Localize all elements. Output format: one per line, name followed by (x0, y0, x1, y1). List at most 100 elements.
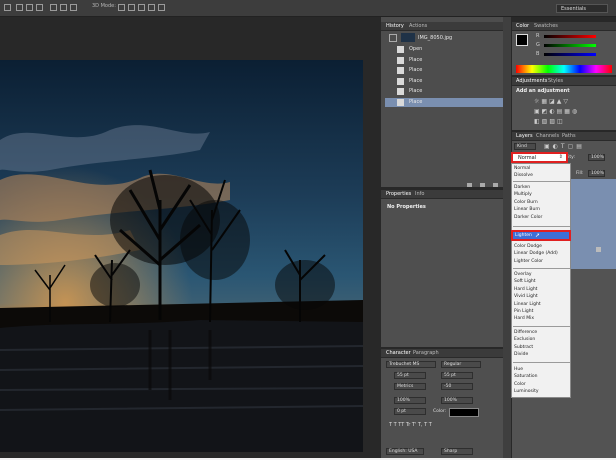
tab-swatches[interactable]: Swatches (534, 23, 558, 29)
kerning-field[interactable]: Metrics (394, 383, 426, 390)
blend-item[interactable]: Color Burn (514, 200, 538, 205)
roll-3d-icon[interactable] (128, 4, 135, 11)
tab-properties[interactable]: Properties (386, 191, 411, 197)
distribute-top-icon[interactable] (50, 4, 57, 11)
history-item-label: Place (409, 56, 423, 63)
green-slider[interactable] (544, 44, 596, 47)
fill-label: Fill: (576, 171, 584, 176)
tab-history[interactable]: History (386, 23, 404, 29)
layer-rows[interactable] (568, 179, 616, 269)
blend-item[interactable]: Subtract (514, 345, 533, 350)
adjustments-panel: Add an adjustment ☼▦◪▲▽ ▣◩◐▤▦◍ ◧▧▨◫ (512, 86, 616, 130)
character-panel: Trebuchet MS Regular 55 pt 55 pt Metrics… (381, 358, 503, 458)
align-left-icon[interactable] (16, 4, 23, 11)
history-item[interactable]: Place (385, 56, 503, 65)
tab-info[interactable]: Info (415, 191, 424, 197)
blend-item-lighten[interactable]: Lighten ➚ (511, 230, 571, 241)
blend-item[interactable]: Overlay (514, 272, 532, 277)
blend-item[interactable]: Saturation (514, 374, 537, 379)
blend-item[interactable]: Multiply (514, 192, 532, 197)
blend-item[interactable]: Exclusion (514, 337, 535, 342)
blend-item[interactable]: Hue (514, 367, 523, 372)
blend-item[interactable]: Linear Burn (514, 207, 540, 212)
blend-item[interactable]: Dissolve (514, 173, 533, 178)
blue-slider[interactable] (544, 53, 596, 56)
distribute-middle-icon[interactable] (60, 4, 67, 11)
scale-3d-icon[interactable] (158, 4, 165, 11)
adjustment-icons-row-2[interactable]: ▣◩◐▤▦◍ (534, 108, 579, 115)
blend-item[interactable]: Normal (514, 166, 530, 171)
vertical-scale-field[interactable]: 100% (394, 397, 426, 404)
history-new-doc-icon[interactable] (480, 183, 485, 187)
blend-item[interactable]: Difference (514, 330, 537, 335)
font-size-field[interactable]: 55 pt (394, 372, 426, 379)
options-bar: 3D Mode: Essentials (0, 0, 616, 17)
tab-channels[interactable]: Channels (536, 133, 559, 139)
blend-item[interactable]: Luminosity (514, 389, 539, 394)
text-color-swatch[interactable] (449, 408, 479, 417)
blend-item[interactable]: Linear Dodge (Add) (514, 251, 558, 256)
history-item[interactable]: Place (385, 97, 503, 107)
leading-field[interactable]: 55 pt (441, 372, 473, 379)
tracking-field[interactable]: -50 (441, 383, 473, 390)
blend-item[interactable]: Hard Mix (514, 316, 534, 321)
history-step-icon (397, 88, 404, 95)
blend-mode-select[interactable]: Normal ⇕ (511, 152, 568, 163)
foreground-swatch[interactable] (516, 34, 528, 46)
color-spectrum-ramp[interactable] (516, 65, 612, 73)
red-slider[interactable] (544, 35, 596, 38)
blend-item-lighten-label: Lighten (515, 233, 532, 238)
blend-item[interactable]: Divide (514, 352, 528, 357)
blend-item[interactable]: Lighter Color (514, 259, 543, 264)
blend-item[interactable]: Color (514, 382, 526, 387)
layer-filter-icons[interactable]: ▣◐T▢▤ (544, 143, 585, 150)
align-right-icon[interactable] (36, 4, 43, 11)
tab-color[interactable]: Color (516, 23, 529, 29)
horizontal-scale-field[interactable]: 100% (441, 397, 473, 404)
antialias-select[interactable]: Sharp (441, 448, 473, 455)
drag-3d-icon[interactable] (138, 4, 145, 11)
document-canvas[interactable] (0, 17, 381, 458)
history-item[interactable]: Place (385, 87, 503, 96)
type-style-buttons[interactable]: T T TT Tr T' T, T T (389, 422, 432, 428)
align-center-icon[interactable] (26, 4, 33, 11)
snapshot-label: IMG_8050.jpg (418, 35, 453, 41)
font-family-select[interactable]: Trebuchet MS (386, 361, 436, 368)
blend-item[interactable]: Hard Light (514, 287, 537, 292)
baseline-shift-field[interactable]: 0 pt (394, 408, 426, 415)
color-panel: R G B (512, 31, 616, 75)
language-select[interactable]: English: USA (386, 448, 424, 455)
tab-paragraph[interactable]: Paragraph (413, 350, 439, 356)
opacity-field[interactable]: 100% (588, 154, 605, 161)
history-snapshot[interactable]: IMG_8050.jpg (385, 32, 503, 44)
history-step-icon (397, 98, 404, 106)
adjustment-icons-row-3[interactable]: ◧▧▨◫ (534, 118, 565, 125)
tab-paths[interactable]: Paths (562, 133, 576, 139)
blend-item[interactable]: Vivid Light (514, 294, 538, 299)
blend-item[interactable]: Darken (514, 185, 530, 190)
history-item[interactable]: Open (385, 45, 503, 54)
adjustment-icons-row-1[interactable]: ☼▦◪▲▽ (534, 98, 570, 105)
blend-item[interactable]: Color Dodge (514, 244, 542, 249)
history-item[interactable]: Place (385, 77, 503, 86)
blend-item[interactable]: Pin Light (514, 309, 533, 314)
tab-styles[interactable]: Styles (548, 78, 563, 84)
blend-item[interactable]: Soft Light (514, 279, 536, 284)
font-style-select[interactable]: Regular (441, 361, 481, 368)
tab-actions[interactable]: Actions (409, 23, 427, 29)
blend-item[interactable]: Darker Color (514, 215, 542, 220)
history-snapshot-icon[interactable] (467, 183, 472, 187)
fill-field[interactable]: 100% (588, 170, 605, 177)
tool-icon[interactable] (4, 4, 11, 11)
layer-filter-kind[interactable]: Kind (514, 143, 536, 150)
slide-3d-icon[interactable] (148, 4, 155, 11)
tab-adjustments[interactable]: Adjustments (516, 78, 547, 84)
history-item[interactable]: Place (385, 66, 503, 75)
workspace-switcher[interactable]: Essentials (556, 4, 608, 13)
distribute-bottom-icon[interactable] (70, 4, 77, 11)
blend-item[interactable]: Linear Light (514, 302, 541, 307)
rotate-3d-icon[interactable] (118, 4, 125, 11)
tab-character[interactable]: Character (386, 350, 411, 356)
tab-layers[interactable]: Layers (516, 133, 533, 139)
history-trash-icon[interactable] (493, 183, 498, 187)
